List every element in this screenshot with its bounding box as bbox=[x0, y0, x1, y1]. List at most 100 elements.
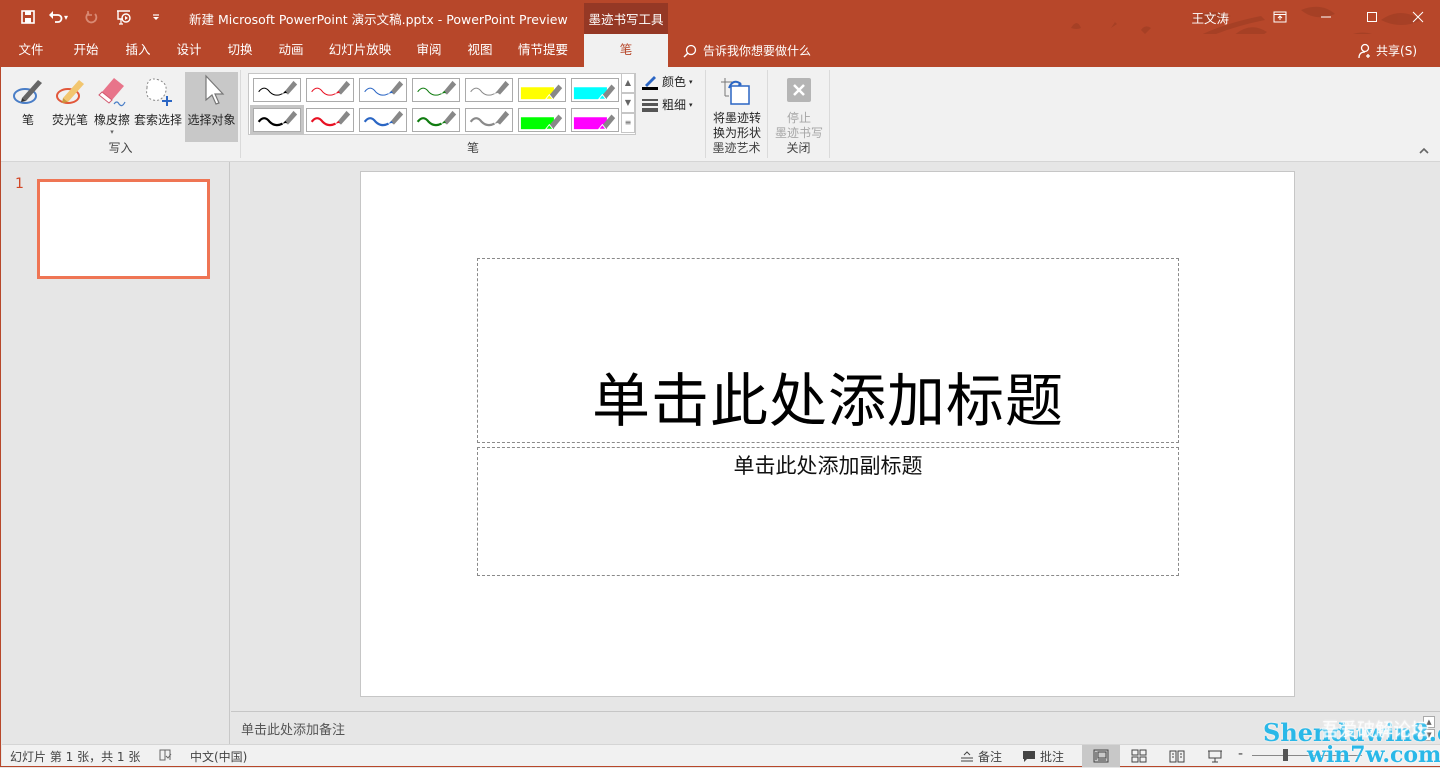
slide-show-view-button[interactable] bbox=[1196, 745, 1234, 767]
slide-canvas[interactable]: 单击此处添加标题 单击此处添加副标题 bbox=[360, 171, 1295, 697]
scroll-down-button[interactable]: ▼ bbox=[1423, 729, 1435, 741]
subtitle-placeholder[interactable]: 单击此处添加副标题 bbox=[477, 447, 1179, 576]
close-button[interactable] bbox=[1395, 0, 1440, 34]
slide-sorter-view-button[interactable] bbox=[1120, 745, 1158, 767]
normal-view-icon bbox=[1093, 749, 1109, 763]
tab-animations[interactable]: 动画 bbox=[268, 34, 314, 67]
stop-inking-button[interactable]: 停止 墨迹书写 bbox=[771, 72, 827, 142]
thickness-icon bbox=[642, 98, 658, 112]
tab-view[interactable]: 视图 bbox=[457, 34, 503, 67]
share-label: 共享(S) bbox=[1376, 44, 1417, 58]
user-name[interactable]: 王文涛 bbox=[1191, 8, 1229, 27]
tell-me-box[interactable]: 告诉我你想要做什么 bbox=[683, 42, 811, 59]
zoom-slider-thumb[interactable] bbox=[1283, 749, 1288, 761]
notes-placeholder: 单击此处添加备注 bbox=[241, 723, 346, 738]
pen-swatch[interactable] bbox=[359, 78, 407, 102]
pen-swatch[interactable] bbox=[518, 108, 566, 132]
color-button[interactable]: 颜色 ▾ bbox=[641, 73, 693, 90]
tab-storyboarding[interactable]: 情节提要 bbox=[510, 34, 576, 67]
chevron-up-icon bbox=[1419, 147, 1429, 154]
eraser-icon bbox=[98, 78, 126, 107]
pen-preview-icon bbox=[364, 80, 404, 96]
tab-review[interactable]: 审阅 bbox=[406, 34, 452, 67]
reading-view-button[interactable] bbox=[1158, 745, 1196, 767]
zoom-slider-track[interactable] bbox=[1252, 755, 1362, 756]
pen-gallery bbox=[248, 73, 636, 135]
eraser-button[interactable]: 橡皮擦 ▾ bbox=[89, 72, 135, 138]
title-placeholder[interactable]: 单击此处添加标题 bbox=[477, 258, 1179, 443]
spell-check-status[interactable] bbox=[158, 748, 172, 762]
ribbon-display-options-button[interactable] bbox=[1257, 0, 1303, 34]
document-title: 新建 Microsoft PowerPoint 演示文稿.pptx - Powe… bbox=[189, 12, 568, 27]
notes-pane[interactable]: 单击此处添加备注 bbox=[231, 711, 1440, 744]
slide-thumbnail[interactable] bbox=[37, 179, 210, 279]
undo-dropdown-icon[interactable]: ▾ bbox=[64, 13, 72, 22]
save-button[interactable] bbox=[15, 6, 41, 28]
select-objects-button[interactable]: 选择对象 bbox=[185, 72, 238, 142]
maximize-button[interactable] bbox=[1349, 0, 1395, 34]
pen-swatch[interactable] bbox=[465, 78, 513, 102]
pen-swatch[interactable] bbox=[518, 78, 566, 102]
customize-qat-button[interactable] bbox=[143, 6, 169, 28]
slide-sorter-icon bbox=[1131, 749, 1147, 763]
ribbon-pens: 笔 荧光笔 橡皮擦 ▾ 套索选择 选择对象 写入 笔 ▲ ▼ ≡ 颜色 ▾ 粗细… bbox=[1, 67, 1440, 162]
pen-color-icon bbox=[642, 75, 658, 90]
pen-swatch[interactable] bbox=[465, 108, 513, 132]
pen-swatch[interactable] bbox=[253, 78, 301, 102]
pen-swatch[interactable] bbox=[412, 78, 460, 102]
gallery-more-button[interactable]: ≡ bbox=[621, 113, 635, 133]
eraser-dropdown-icon[interactable]: ▾ bbox=[89, 128, 135, 136]
minimize-button[interactable] bbox=[1303, 0, 1349, 34]
share-button[interactable]: 共享(S) bbox=[1358, 42, 1417, 59]
pen-swatch[interactable] bbox=[306, 78, 354, 102]
pen-preview-icon bbox=[416, 110, 457, 127]
language-status[interactable]: 中文(中国) bbox=[190, 748, 247, 765]
notes-icon bbox=[961, 750, 973, 761]
highlighter-button[interactable]: 荧光笔 bbox=[47, 72, 93, 138]
status-bar: 幻灯片 第 1 张，共 1 张 中文(中国) 备注 批注 - bbox=[2, 744, 1440, 767]
collapse-ribbon-button[interactable] bbox=[1419, 146, 1429, 157]
thickness-button[interactable]: 粗细 ▾ bbox=[641, 96, 693, 113]
gallery-scroll-up-button[interactable]: ▲ bbox=[621, 73, 635, 93]
tab-transitions[interactable]: 切换 bbox=[217, 34, 263, 67]
pen-swatch[interactable] bbox=[571, 108, 619, 132]
pen-swatch[interactable] bbox=[412, 108, 460, 132]
undo-icon bbox=[49, 11, 63, 23]
gallery-scroll: ▲ ▼ ≡ bbox=[621, 73, 635, 135]
pen-swatch[interactable] bbox=[359, 108, 407, 132]
pen-swatch[interactable] bbox=[571, 78, 619, 102]
comments-toggle-button[interactable]: 批注 bbox=[1022, 748, 1064, 765]
powerpoint-window: ▾ 新建 Microsoft PowerPoint 演示文稿.pptx - Po… bbox=[0, 0, 1440, 767]
minimize-icon bbox=[1321, 16, 1331, 18]
scroll-up-button[interactable]: ▲ bbox=[1423, 716, 1435, 728]
start-from-beginning-button[interactable] bbox=[111, 6, 137, 28]
pen-preview-icon bbox=[257, 110, 298, 127]
pen-preview-icon bbox=[520, 84, 563, 100]
tab-slide-show[interactable]: 幻灯片放映 bbox=[323, 34, 397, 67]
select-objects-icon bbox=[204, 74, 224, 105]
group-write: 笔 荧光笔 橡皮擦 ▾ 套索选择 选择对象 写入 bbox=[1, 70, 241, 158]
tab-pens[interactable]: 笔 bbox=[584, 34, 668, 67]
group-label-pens: 笔 bbox=[466, 141, 479, 155]
normal-view-button[interactable] bbox=[1082, 745, 1120, 767]
redo-button[interactable] bbox=[79, 6, 105, 28]
slide-thumbnail-pane: 1 bbox=[2, 162, 230, 744]
pen-button[interactable]: 笔 bbox=[5, 72, 51, 138]
comment-icon bbox=[1023, 751, 1035, 762]
spell-check-icon bbox=[159, 749, 172, 761]
undo-button[interactable]: ▾ bbox=[47, 6, 73, 28]
group-close: 停止 墨迹书写 关闭 bbox=[768, 70, 830, 158]
tab-home[interactable]: 开始 bbox=[63, 34, 109, 67]
notes-toggle-button[interactable]: 备注 bbox=[960, 748, 1002, 765]
tab-insert[interactable]: 插入 bbox=[115, 34, 161, 67]
gallery-scroll-down-button[interactable]: ▼ bbox=[621, 93, 635, 113]
pen-swatch[interactable] bbox=[250, 105, 304, 135]
pen-swatch[interactable] bbox=[306, 108, 354, 132]
tab-file[interactable]: 文件 bbox=[9, 34, 53, 67]
zoom-out-button[interactable]: - bbox=[1238, 746, 1243, 762]
ink-to-shape-button[interactable]: 将墨迹转 换为形状 bbox=[709, 72, 765, 142]
lasso-select-button[interactable]: 套索选择 bbox=[134, 72, 182, 138]
quick-access-toolbar: ▾ bbox=[15, 6, 169, 28]
person-add-icon bbox=[1358, 43, 1371, 58]
tab-design[interactable]: 设计 bbox=[166, 34, 212, 67]
